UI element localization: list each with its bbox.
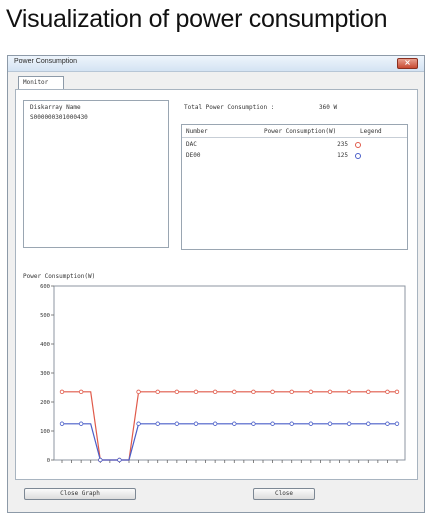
monitor-panel: Diskarray Name S000000301000430 Total Po… — [15, 89, 418, 480]
data-point — [270, 421, 275, 426]
y-tick-label: 200 — [40, 400, 50, 406]
data-point — [232, 421, 237, 426]
legend-marker — [355, 153, 361, 159]
data-point — [98, 457, 103, 463]
list-item[interactable]: S000000301000430 — [30, 114, 88, 121]
data-point — [78, 389, 84, 395]
y-tick-label: 600 — [40, 284, 50, 290]
column-header-legend[interactable]: Legend — [360, 128, 382, 135]
row-power: 235 — [337, 141, 348, 148]
data-point — [308, 389, 314, 395]
row-power: 125 — [337, 152, 348, 159]
power-table: Number Power Consumption(W) Legend DAC 2… — [181, 124, 408, 250]
data-point — [385, 389, 390, 395]
data-point — [251, 421, 256, 426]
data-point — [117, 457, 122, 463]
data-point — [136, 389, 141, 395]
data-point — [155, 389, 160, 395]
row-number: DAC — [186, 141, 197, 148]
data-point — [136, 421, 141, 426]
diskarray-list-header: Diskarray Name — [30, 104, 81, 111]
diskarray-list[interactable]: Diskarray Name S000000301000430 — [23, 100, 169, 248]
data-point — [193, 421, 199, 426]
data-point — [59, 389, 65, 395]
close-icon: × — [404, 58, 411, 67]
data-point — [346, 421, 352, 426]
data-point — [174, 389, 180, 395]
chart-label: Power Consumption(W) — [23, 273, 96, 280]
y-tick-label: 500 — [40, 313, 50, 319]
table-header-row: Number Power Consumption(W) Legend — [182, 125, 407, 138]
tab-monitor[interactable]: Monitor — [18, 76, 64, 89]
data-point — [174, 421, 180, 426]
y-tick-label: 400 — [40, 342, 50, 348]
column-header-number[interactable]: Number — [186, 128, 208, 135]
close-button[interactable]: Close — [253, 488, 315, 500]
window-close-button[interactable]: × — [397, 58, 418, 69]
data-point — [289, 421, 294, 426]
data-point — [289, 389, 294, 395]
close-graph-button[interactable]: Close Graph — [24, 488, 136, 500]
data-point — [59, 421, 65, 426]
data-point — [366, 389, 371, 395]
y-tick-label: 100 — [40, 429, 50, 435]
window-title: Power Consumption — [14, 58, 78, 65]
y-tick-label: 300 — [40, 371, 50, 377]
row-number: DE00 — [186, 152, 201, 159]
data-point — [366, 421, 371, 426]
data-point — [193, 389, 199, 395]
data-point — [270, 389, 275, 395]
data-point — [78, 421, 84, 426]
power-consumption-window: Power Consumption × Monitor Diskarray Na… — [7, 55, 425, 513]
data-point — [232, 389, 237, 395]
data-point — [327, 421, 333, 426]
legend-marker — [355, 142, 361, 148]
column-header-power[interactable]: Power Consumption(W) — [264, 128, 336, 135]
data-point — [251, 389, 256, 395]
data-point — [394, 421, 400, 426]
total-power-value: 360 W — [319, 104, 338, 111]
data-point — [212, 421, 218, 426]
data-point — [308, 421, 314, 426]
plot-area — [53, 285, 406, 461]
data-point — [155, 421, 160, 426]
data-point — [346, 389, 352, 395]
data-point — [385, 421, 390, 426]
total-power-label: Total Power Consumption : — [184, 104, 275, 111]
page-title: Visualization of power consumption — [6, 5, 388, 33]
data-point — [394, 389, 400, 395]
power-chart: 0 100 200 300 400 500 600 — [40, 284, 406, 464]
y-tick-label: 0 — [47, 458, 50, 464]
data-point — [212, 389, 218, 395]
window-titlebar[interactable]: Power Consumption × — [8, 56, 424, 72]
data-point — [327, 389, 333, 395]
